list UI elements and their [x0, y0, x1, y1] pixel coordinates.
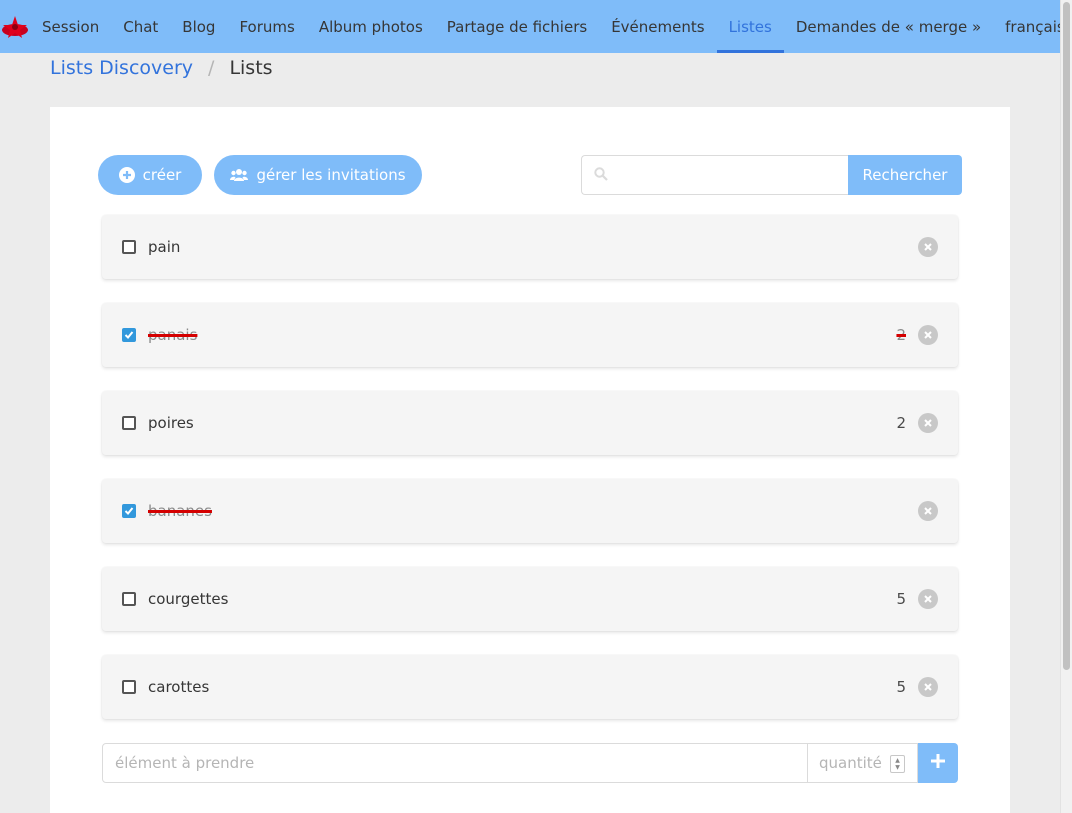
nav-item-demandes-de-merge[interactable]: Demandes de « merge » — [784, 0, 993, 53]
item-checkbox[interactable] — [122, 592, 136, 606]
item-checkbox[interactable] — [122, 240, 136, 254]
delete-item-button[interactable] — [918, 413, 938, 433]
search-button[interactable]: Rechercher — [848, 155, 962, 195]
breadcrumb: Lists Discovery / Lists — [50, 57, 273, 79]
search-icon — [594, 166, 608, 185]
nav-item-session[interactable]: Session — [30, 0, 111, 53]
nav-item-listes[interactable]: Listes — [716, 0, 784, 53]
nav-item-partage-de-fichiers[interactable]: Partage de fichiers — [435, 0, 599, 53]
delete-item-button[interactable] — [918, 677, 938, 697]
breadcrumb-current: Lists — [229, 57, 273, 79]
list-item: carottes 5 — [102, 655, 958, 719]
delete-item-button[interactable] — [918, 589, 938, 609]
plus-icon — [930, 753, 946, 773]
breadcrumb-lists-discovery[interactable]: Lists Discovery — [50, 57, 193, 79]
close-circle-icon — [924, 243, 932, 251]
item-checkbox[interactable] — [122, 680, 136, 694]
item-label: carottes — [148, 678, 210, 696]
item-quantity: 5 — [896, 590, 906, 608]
breadcrumb-separator: / — [208, 57, 215, 79]
item-label: courgettes — [148, 590, 229, 608]
plus-circle-icon — [118, 167, 135, 183]
quantity-input[interactable] — [808, 744, 888, 782]
close-circle-icon — [924, 507, 932, 515]
nav-item-événements[interactable]: Événements — [599, 0, 716, 53]
item-checkbox[interactable] — [122, 416, 136, 430]
search-field[interactable] — [581, 155, 849, 195]
close-circle-icon — [924, 683, 932, 691]
language-label: français — [1005, 17, 1065, 36]
item-checkbox[interactable] — [122, 504, 136, 518]
quantity-field: ▲▼ — [808, 743, 918, 783]
close-circle-icon — [924, 419, 932, 427]
manage-invitations-button[interactable]: gérer les invitations — [214, 155, 422, 195]
add-item-form: ▲▼ — [102, 743, 958, 783]
list-item: courgettes 5 — [102, 567, 958, 631]
close-circle-icon — [924, 595, 932, 603]
delete-item-button[interactable] — [918, 501, 938, 521]
list-item: panais 2 — [102, 303, 958, 367]
close-circle-icon — [924, 331, 932, 339]
nav-item-forums[interactable]: Forums — [227, 0, 306, 53]
list-item: bananes — [102, 479, 958, 543]
users-icon — [230, 168, 249, 182]
item-label: bananes — [148, 502, 212, 520]
nav-item-album-photos[interactable]: Album photos — [307, 0, 435, 53]
delete-item-button[interactable] — [918, 325, 938, 345]
item-label: poires — [148, 414, 194, 432]
item-label: pain — [148, 238, 181, 256]
nav-item-blog[interactable]: Blog — [170, 0, 227, 53]
scrollbar-thumb[interactable] — [1063, 2, 1070, 670]
check-icon — [124, 331, 134, 339]
item-quantity: 2 — [896, 414, 906, 432]
add-item-button[interactable] — [918, 743, 958, 783]
search-input[interactable] — [618, 156, 849, 194]
item-quantity: 5 — [896, 678, 906, 696]
create-label: créer — [142, 166, 182, 184]
delete-item-button[interactable] — [918, 237, 938, 257]
top-navbar: Session Chat Blog Forums Album photos Partage… — [0, 0, 1065, 53]
item-label: panais — [148, 326, 198, 344]
item-quantity: 2 — [896, 326, 906, 344]
nav-item-chat[interactable]: Chat — [111, 0, 170, 53]
create-button[interactable]: créer — [98, 155, 202, 195]
logo-icon[interactable] — [0, 0, 30, 53]
item-name-input[interactable] — [102, 743, 808, 783]
list-item: poires 2 — [102, 391, 958, 455]
check-icon — [124, 507, 134, 515]
list-item: pain — [102, 215, 958, 279]
shopping-list: pain panais 2 poires 2 bananes courgettes 5 caro… — [102, 215, 958, 743]
page-scrollbar[interactable] — [1060, 0, 1072, 813]
item-checkbox[interactable] — [122, 328, 136, 342]
invitations-label: gérer les invitations — [256, 166, 406, 184]
list-card: créer gérer les invitations Rechercher p… — [50, 107, 1010, 813]
quantity-stepper[interactable]: ▲ ▼ — [890, 755, 905, 773]
